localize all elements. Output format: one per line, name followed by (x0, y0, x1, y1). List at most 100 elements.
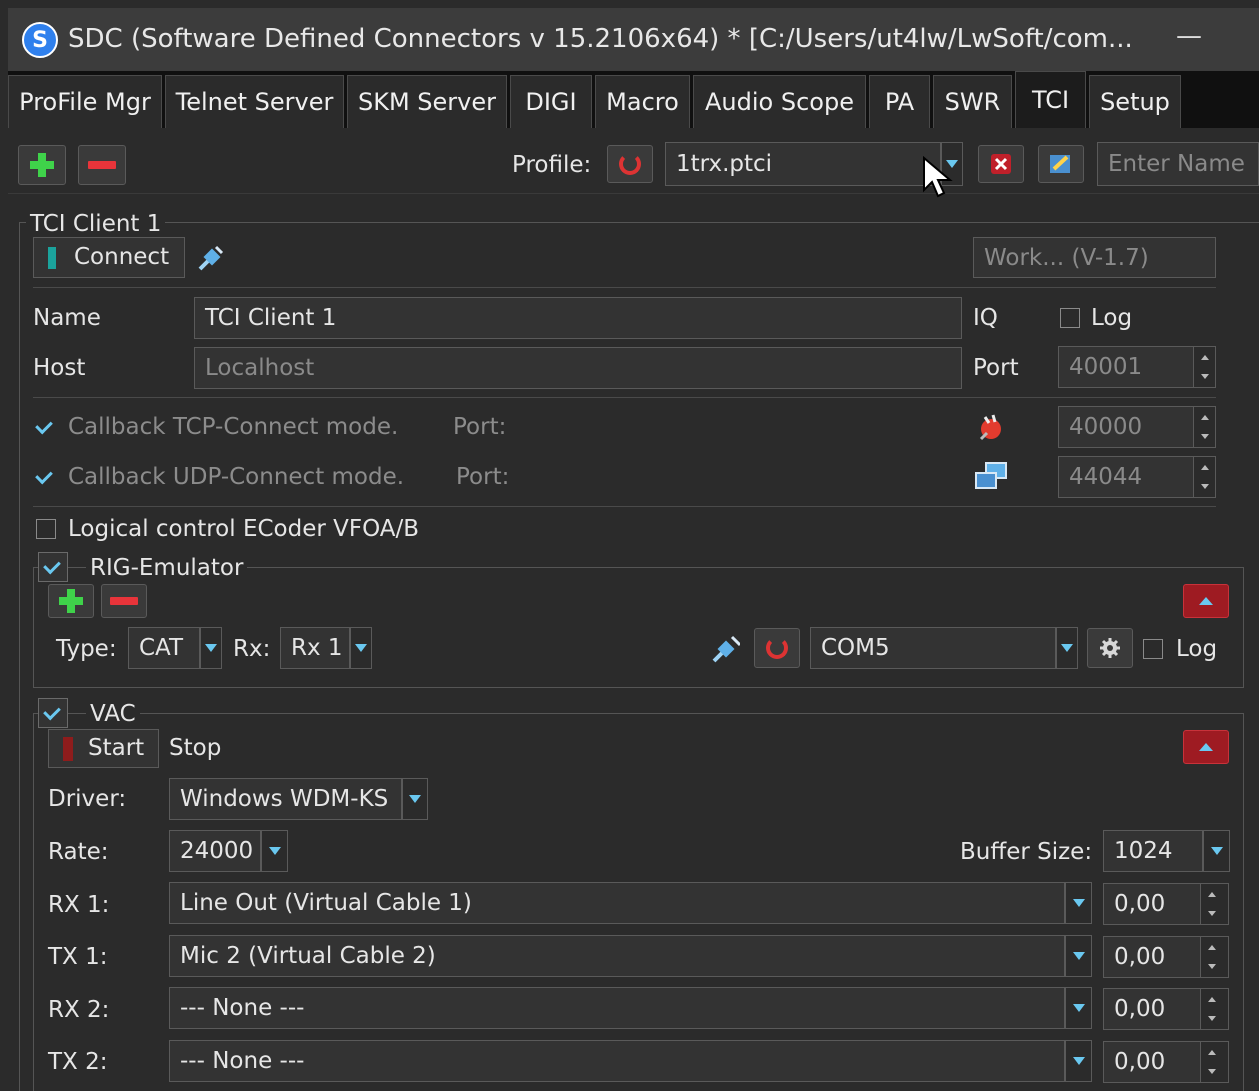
refresh-icon (619, 153, 641, 175)
tx2-dropdown-arrow[interactable] (1065, 1040, 1092, 1082)
tab-pa[interactable]: PA (869, 75, 930, 128)
rx2-dropdown-arrow[interactable] (1065, 987, 1092, 1029)
minus-icon (88, 161, 116, 169)
client-name-input[interactable]: TCI Client 1 (194, 297, 962, 339)
vac-title: VAC (86, 701, 140, 727)
tx1-device-value: Mic 2 (Virtual Cable 2) (180, 943, 436, 969)
tx2-gain-spinbox[interactable]: 0,00 (1103, 1041, 1229, 1083)
spin-arrows-icon[interactable] (1200, 989, 1228, 1029)
rig-rx-select[interactable]: Rx 1 (280, 627, 350, 669)
vac-collapse-button[interactable] (1183, 730, 1229, 764)
buffer-size-select[interactable]: 1024 (1103, 830, 1203, 872)
callback-udp-port-spinbox[interactable]: 44044 (1058, 456, 1216, 498)
tab-swr[interactable]: SWR (933, 75, 1012, 128)
vac-checkbox[interactable] (38, 698, 68, 728)
minus-icon (110, 597, 138, 605)
delete-profile-button[interactable] (978, 145, 1024, 183)
rx2-gain-spinbox[interactable]: 0,00 (1103, 988, 1229, 1030)
tab-audio-scope[interactable]: Audio Scope (693, 75, 866, 128)
tx2-device-select[interactable]: --- None --- (169, 1040, 1065, 1082)
client-status-field: Work... (V-1.7) (973, 237, 1216, 278)
spin-arrows-icon[interactable] (1200, 1042, 1228, 1082)
rig-collapse-button[interactable] (1183, 584, 1229, 618)
refresh-icon (766, 637, 788, 659)
profile-name-input[interactable]: Enter Name (1097, 142, 1259, 186)
remove-profile-button[interactable] (78, 145, 126, 185)
com-port-select[interactable]: COM5 (810, 627, 1056, 669)
callback-tcp-port-spinbox[interactable]: 40000 (1058, 406, 1216, 448)
spin-arrows-icon[interactable] (1193, 347, 1215, 387)
tx1-gain-value: 0,00 (1114, 944, 1166, 970)
tx1-gain-spinbox[interactable]: 0,00 (1103, 936, 1229, 978)
rx1-gain-spinbox[interactable]: 0,00 (1103, 883, 1229, 925)
chevron-down-icon (1061, 644, 1073, 652)
profile-select[interactable]: 1trx.ptci (665, 142, 941, 186)
buffer-size-dropdown-arrow[interactable] (1203, 830, 1230, 872)
rig-type-dropdown-arrow[interactable] (200, 627, 222, 669)
com-plug-icon (712, 635, 740, 663)
vac-stop-label[interactable]: Stop (169, 735, 221, 761)
chevron-down-icon (268, 847, 281, 855)
divider (33, 506, 1216, 507)
driver-select[interactable]: Windows WDM-KS (169, 778, 402, 820)
spin-arrows-icon[interactable] (1200, 884, 1228, 924)
name-label: Name (33, 305, 101, 331)
driver-dropdown-arrow[interactable] (402, 778, 428, 820)
spin-arrows-icon[interactable] (1200, 937, 1228, 977)
tab-skm-server[interactable]: SKM Server (347, 75, 507, 128)
rx2-device-select[interactable]: --- None --- (169, 987, 1065, 1029)
chevron-down-icon (1072, 899, 1085, 907)
connect-button[interactable]: Connect (33, 237, 185, 278)
vac-start-button[interactable]: Start (48, 729, 159, 768)
rig-emulator-checkbox[interactable] (38, 552, 68, 582)
tab-setup[interactable]: Setup (1089, 75, 1181, 128)
rig-rx-dropdown-arrow[interactable] (350, 627, 372, 669)
com-refresh-button[interactable] (754, 628, 800, 668)
iq-label: IQ (973, 305, 998, 331)
tx2-label: TX 2: (48, 1049, 108, 1075)
spin-arrows-icon[interactable] (1193, 407, 1215, 447)
rig-type-select[interactable]: CAT (128, 627, 200, 669)
add-rig-button[interactable] (48, 584, 94, 618)
plus-icon (57, 587, 85, 615)
tab-macro[interactable]: Macro (595, 75, 690, 128)
minimize-button[interactable]: — (1172, 23, 1206, 49)
rate-dropdown-arrow[interactable] (261, 830, 288, 872)
remove-rig-button[interactable] (101, 584, 147, 618)
chevron-down-icon (1072, 1004, 1085, 1012)
com-port-dropdown-arrow[interactable] (1056, 627, 1078, 669)
chevron-up-icon (1199, 597, 1213, 605)
close-icon (991, 154, 1011, 174)
edit-profile-button[interactable] (1038, 145, 1084, 183)
rate-select[interactable]: 24000 (169, 830, 261, 872)
tab-digi[interactable]: DIGI (510, 75, 592, 128)
rx1-dropdown-arrow[interactable] (1065, 882, 1092, 924)
chevron-down-icon (1072, 1057, 1085, 1065)
iq-log-checkbox[interactable] (1060, 308, 1080, 328)
port-value: 40001 (1069, 354, 1143, 380)
callback-udp-port-label: Port: (456, 464, 510, 490)
callback-tcp-checkbox[interactable] (35, 417, 55, 437)
rx1-device-select[interactable]: Line Out (Virtual Cable 1) (169, 882, 1065, 924)
add-profile-button[interactable] (18, 145, 66, 185)
com-port-value: COM5 (821, 635, 890, 661)
reload-profile-button[interactable] (607, 145, 653, 183)
driver-label: Driver: (48, 786, 127, 812)
tx1-dropdown-arrow[interactable] (1065, 935, 1092, 977)
tab-telnet-server[interactable]: Telnet Server (165, 75, 344, 128)
host-input[interactable]: Localhost (194, 347, 962, 389)
ecoder-checkbox[interactable] (36, 519, 56, 539)
tx1-device-select[interactable]: Mic 2 (Virtual Cable 2) (169, 935, 1065, 977)
divider (33, 397, 1216, 398)
tab-tci[interactable]: TCI (1015, 71, 1086, 128)
network-icon (975, 462, 1007, 489)
tab-profile-mgr[interactable]: ProFile Mgr (8, 75, 162, 128)
com-settings-button[interactable] (1087, 628, 1133, 668)
spin-arrows-icon[interactable] (1193, 457, 1215, 497)
mouse-pointer-icon (923, 156, 953, 198)
iq-log-label: Log (1091, 305, 1133, 331)
rig-log-checkbox[interactable] (1143, 639, 1163, 659)
callback-udp-checkbox[interactable] (35, 467, 55, 487)
rig-log-label: Log (1176, 636, 1218, 662)
port-spinbox[interactable]: 40001 (1058, 346, 1216, 388)
